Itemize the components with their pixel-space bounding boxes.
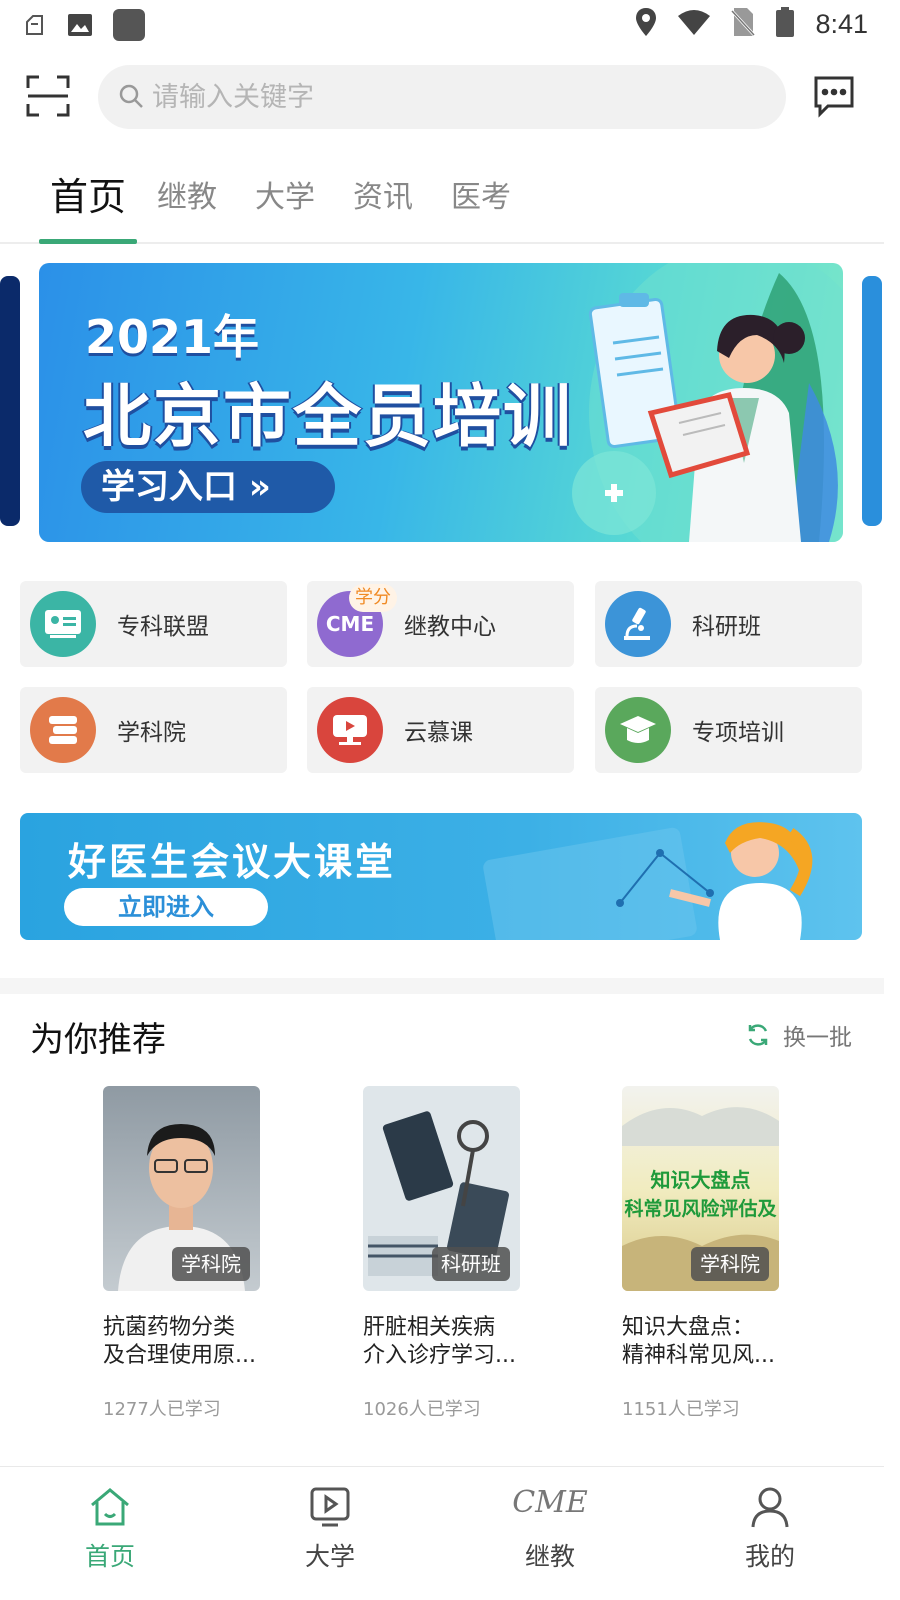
entry-special-training[interactable]: 专项培训 xyxy=(595,687,862,773)
entry-label: 专科联盟 xyxy=(117,614,209,640)
banner-title: 北京市全员培训 xyxy=(83,378,574,457)
image-icon xyxy=(66,11,94,43)
banner-year: 2021年 xyxy=(85,310,260,364)
enter-now-button[interactable]: 立即进入 xyxy=(64,888,268,926)
category-tabs: 首页 继教 大学 资讯 医考 xyxy=(0,160,884,244)
section-divider xyxy=(0,978,884,994)
banner-study-entry-button[interactable]: 学习入口 » xyxy=(81,461,335,513)
app-icon xyxy=(112,8,146,46)
scan-icon xyxy=(26,75,70,117)
credit-badge: 学分 xyxy=(349,584,397,612)
battery-icon xyxy=(775,6,795,42)
user-icon xyxy=(751,1487,789,1528)
nav-mine[interactable]: 我的 xyxy=(710,1477,830,1587)
course-thumbnail: 知识大盘点 科常见风险评估及 学科院 xyxy=(622,1086,779,1291)
recommend-title: 为你推荐 xyxy=(30,1020,166,1060)
learner-count: 1277人已学习 xyxy=(103,1399,221,1420)
thumbnail-caption: 科常见风险评估及 xyxy=(624,1198,777,1220)
nav-label: 首页 xyxy=(84,1542,135,1571)
course-title-line: 及合理使用原... xyxy=(103,1343,256,1368)
tab-indicator xyxy=(39,239,137,244)
entry-discipline-academy[interactable]: 学科院 xyxy=(20,687,287,773)
notification-icon xyxy=(22,12,48,42)
course-tag: 学科院 xyxy=(172,1247,250,1281)
refresh-label: 换一批 xyxy=(783,1025,852,1051)
play-screen-icon xyxy=(317,697,383,763)
course-title-line: 知识大盘点： xyxy=(622,1315,755,1340)
cme-text-icon: CME xyxy=(512,1485,588,1520)
tab-continuing-education[interactable]: 继教 xyxy=(157,172,217,216)
wifi-icon xyxy=(677,8,711,40)
nav-label: 大学 xyxy=(304,1542,355,1571)
learner-count: 1151人已学习 xyxy=(622,1399,740,1420)
entry-research-class[interactable]: 科研班 xyxy=(595,581,862,667)
status-bar: 8:41 xyxy=(0,0,900,50)
message-icon xyxy=(814,76,854,118)
video-play-icon xyxy=(310,1487,350,1527)
course-tag: 学科院 xyxy=(691,1247,769,1281)
tab-medical-exam[interactable]: 医考 xyxy=(451,172,511,216)
carousel-prev-peek[interactable] xyxy=(0,276,20,526)
course-thumbnail: 科研班 xyxy=(363,1086,520,1291)
learner-count: 1026人已学习 xyxy=(363,1399,481,1420)
graduation-cap-icon xyxy=(605,697,671,763)
id-card-icon xyxy=(30,591,96,657)
main-banner[interactable]: 2021年 北京市全员培训 学习入口 » xyxy=(39,263,843,542)
scan-button[interactable] xyxy=(26,74,70,118)
meeting-classroom-banner[interactable]: 好医生会议大课堂 立即进入 xyxy=(20,813,862,940)
tab-news[interactable]: 资讯 xyxy=(353,172,413,216)
banner2-title: 好医生会议大课堂 xyxy=(68,840,397,884)
course-title: 知识大盘点： 精神科常见风... xyxy=(622,1314,802,1370)
home-icon xyxy=(91,1488,129,1526)
tab-home[interactable]: 首页 xyxy=(50,166,126,221)
bottom-navigation: 首页 大学 CME 继教 我的 xyxy=(0,1466,884,1600)
nav-label: 我的 xyxy=(744,1542,795,1571)
doctor-illustration xyxy=(588,273,838,542)
search-input[interactable] xyxy=(152,65,752,129)
course-title-line: 精神科常见风... xyxy=(622,1343,775,1368)
course-title-line: 肝脏相关疾病 xyxy=(363,1315,496,1340)
carousel-next-peek[interactable] xyxy=(862,276,882,526)
tab-university[interactable]: 大学 xyxy=(255,172,315,216)
thumbnail-caption: 知识大盘点 xyxy=(650,1168,751,1192)
refresh-batch-button[interactable]: 换一批 xyxy=(745,1018,852,1052)
entry-label: 学科院 xyxy=(117,720,186,746)
no-sim-icon xyxy=(731,7,756,41)
microscope-icon xyxy=(605,591,671,657)
course-title: 肝脏相关疾病 介入诊疗学习... xyxy=(363,1314,543,1370)
message-button[interactable] xyxy=(812,74,856,118)
course-thumbnail: 学科院 xyxy=(103,1086,260,1291)
nav-label: 继教 xyxy=(524,1542,575,1571)
refresh-icon xyxy=(748,1024,768,1046)
entry-label: 云慕课 xyxy=(404,720,473,746)
nav-university[interactable]: 大学 xyxy=(270,1477,390,1587)
entry-cme-center[interactable]: CME 学分 继教中心 xyxy=(307,581,574,667)
status-time: 8:41 xyxy=(815,8,868,39)
top-bar xyxy=(0,60,900,132)
nav-home[interactable]: 首页 xyxy=(50,1477,170,1587)
search-icon xyxy=(118,83,144,113)
entry-specialty-alliance[interactable]: 专科联盟 xyxy=(20,581,287,667)
course-tag: 科研班 xyxy=(432,1247,510,1281)
course-title: 抗菌药物分类 及合理使用原... xyxy=(103,1314,283,1370)
entry-label: 专项培训 xyxy=(692,720,784,746)
entry-label: 科研班 xyxy=(692,614,761,640)
nav-continuing-education[interactable]: CME 继教 xyxy=(490,1477,610,1587)
search-box[interactable] xyxy=(98,65,786,129)
course-title-line: 抗菌药物分类 xyxy=(103,1315,236,1340)
location-icon xyxy=(635,7,657,41)
books-icon xyxy=(30,697,96,763)
entry-cloud-mooc[interactable]: 云慕课 xyxy=(307,687,574,773)
course-title-line: 介入诊疗学习... xyxy=(363,1343,516,1368)
entry-label: 继教中心 xyxy=(404,614,496,640)
